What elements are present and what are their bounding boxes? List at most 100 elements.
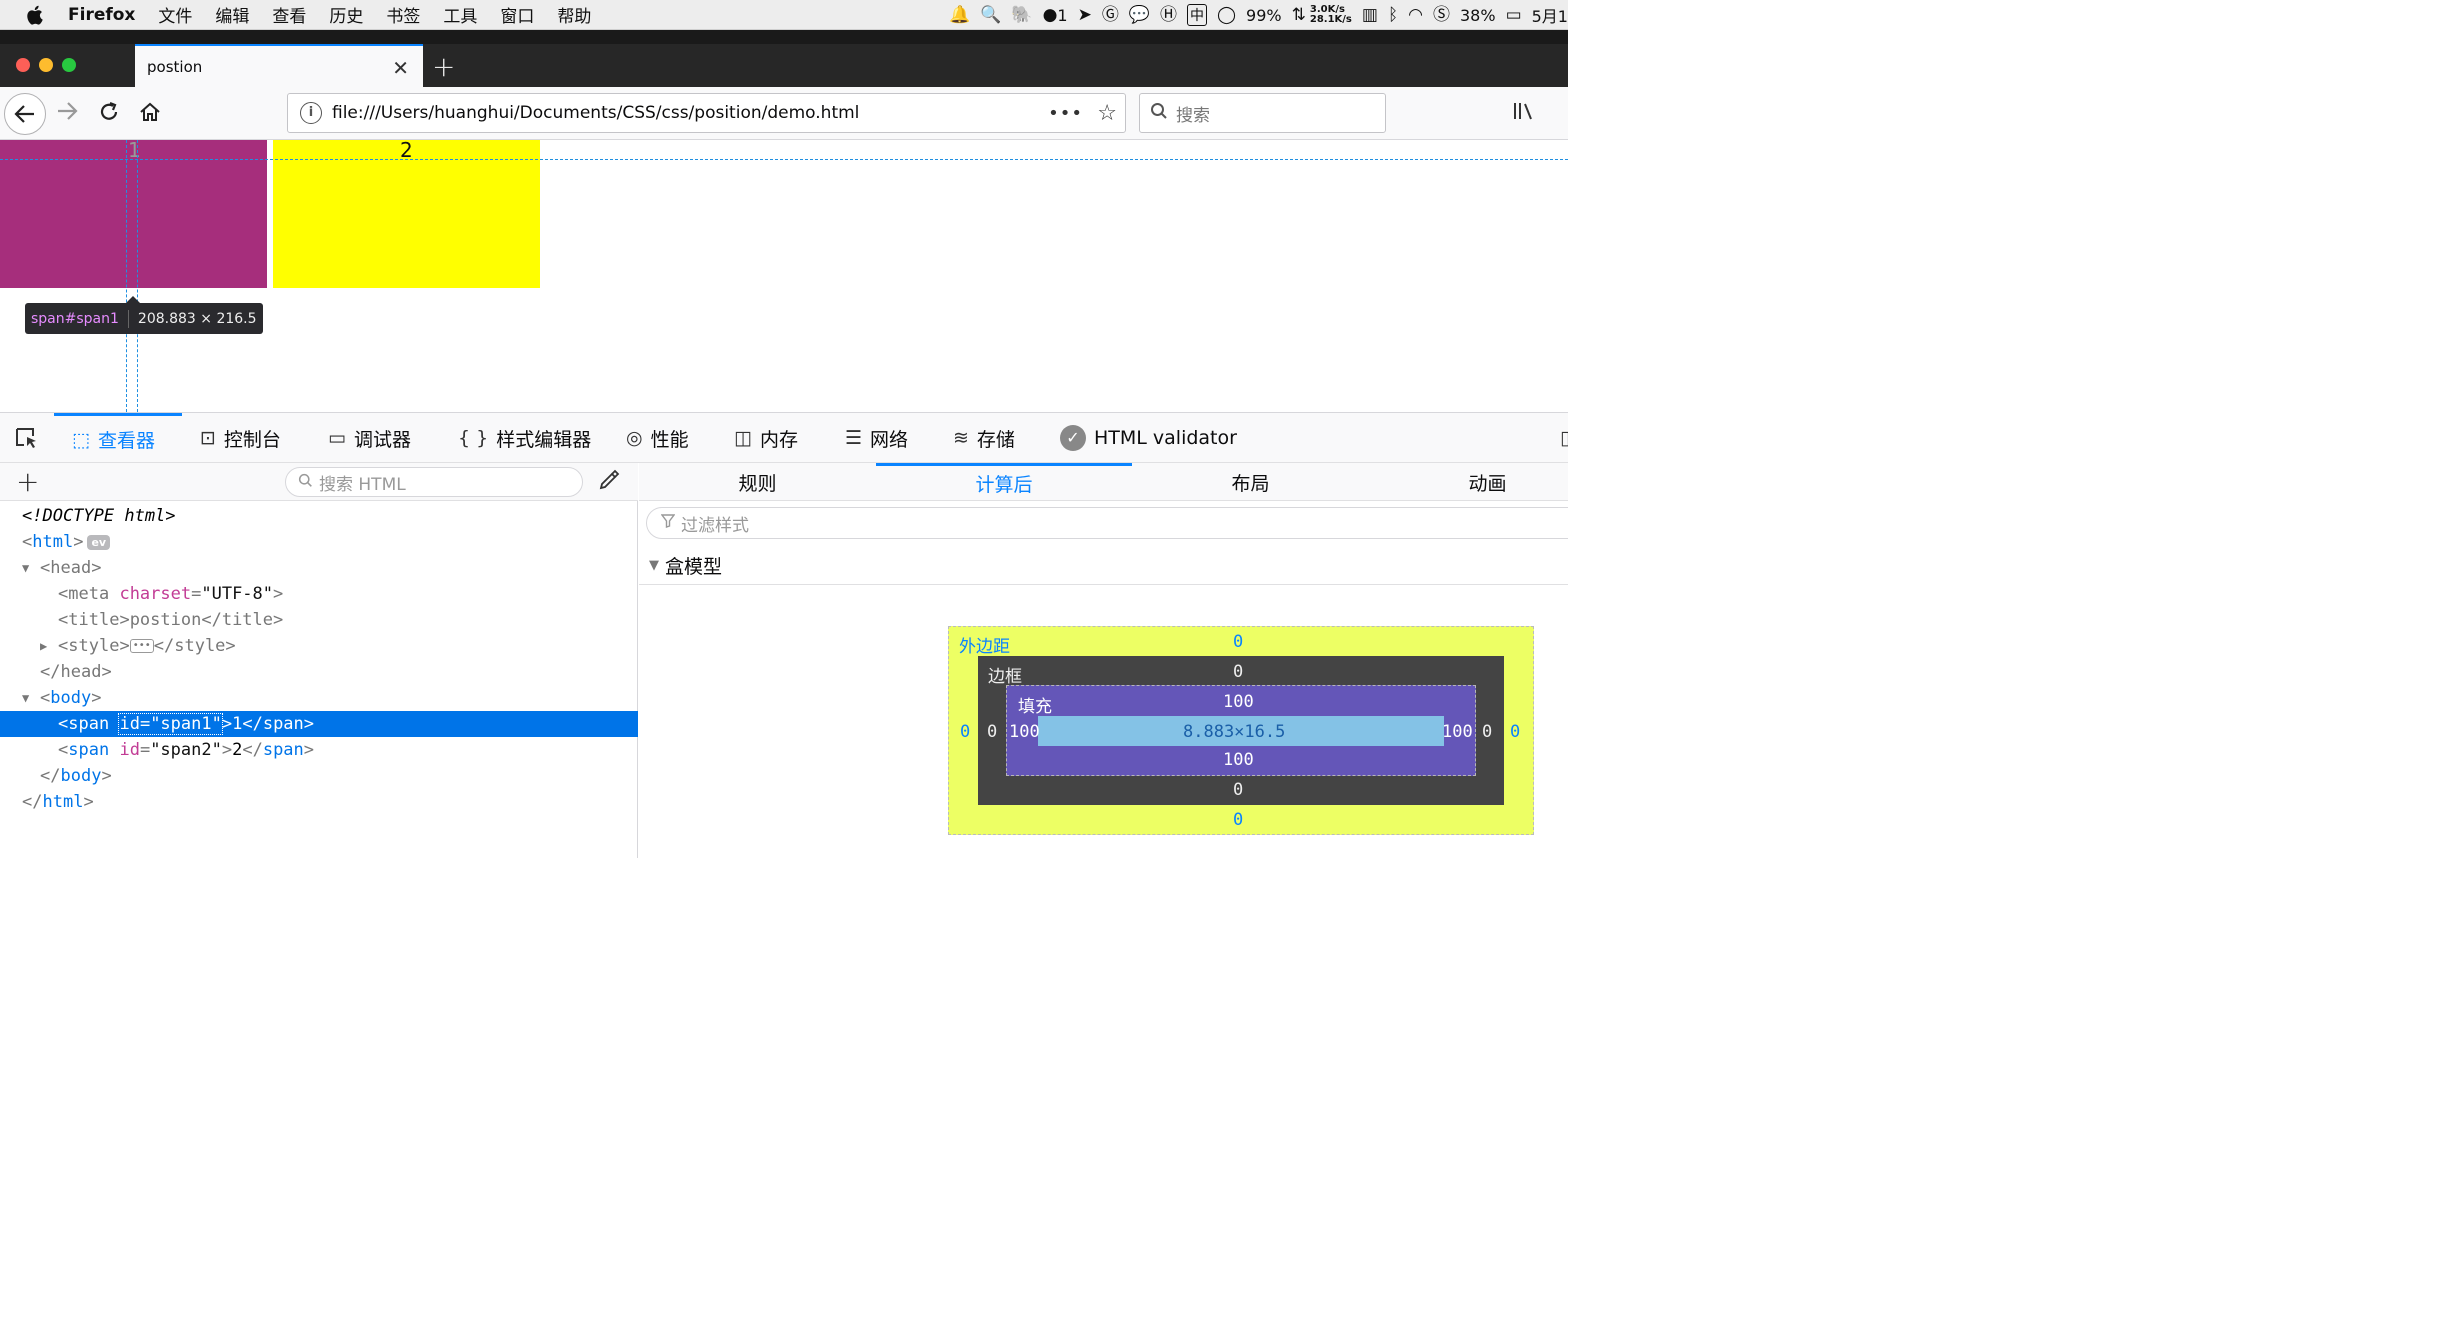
new-tab-button[interactable]: + (432, 50, 455, 83)
ime-icon[interactable]: 中 (1187, 4, 1208, 26)
boxmodel-section-header[interactable]: ▼ 盒模型 (639, 547, 1568, 585)
memory-icon: ◫ (734, 427, 752, 449)
bell-icon[interactable]: 🔔 (949, 6, 970, 24)
padding-top-value[interactable]: 100 (1223, 692, 1254, 712)
menu-view[interactable]: 查看 (272, 2, 306, 27)
browser-tab[interactable]: postion ✕ (135, 44, 423, 87)
margin-right-value[interactable]: 0 (1510, 722, 1520, 742)
tree-node-head[interactable]: ▼ <head> (0, 555, 638, 581)
back-button[interactable] (4, 93, 46, 135)
menu-app-name[interactable]: Firefox (68, 5, 135, 25)
tab-console[interactable]: ⊡ 控制台 (200, 413, 281, 463)
search-html-input[interactable]: 搜索 HTML (285, 467, 583, 497)
tab-layout[interactable]: 布局 (1132, 463, 1369, 501)
expand-body-icon[interactable]: ▼ (22, 685, 29, 711)
zoom-window-button[interactable] (62, 58, 76, 72)
filter-styles-input[interactable]: 过滤样式 (646, 507, 1568, 539)
padding-bottom-value[interactable]: 100 (1223, 750, 1254, 770)
menu-help[interactable]: 帮助 (557, 2, 591, 27)
border-top-value[interactable]: 0 (1233, 662, 1243, 682)
library-icon[interactable] (1512, 101, 1534, 126)
reload-button[interactable] (98, 101, 120, 128)
window-controls (16, 58, 76, 72)
home-button[interactable] (139, 101, 161, 128)
battery-icon[interactable]: ▭ (1506, 6, 1522, 24)
tree-node-html[interactable]: <html> ev (0, 529, 638, 555)
tab-computed[interactable]: 计算后 (876, 463, 1132, 501)
padding-right-value[interactable]: 100 (1442, 722, 1473, 742)
tree-node-body[interactable]: ▼ <body> (0, 685, 638, 711)
collapsed-content-icon[interactable]: ••• (129, 639, 154, 653)
url-text[interactable]: file:///Users/huanghui/Documents/CSS/css… (332, 103, 859, 123)
weibo-icon[interactable]: ● 1 (1043, 6, 1068, 25)
tab-network[interactable]: ☰ 网络 (845, 413, 908, 463)
expand-head-icon[interactable]: ▼ (22, 555, 29, 581)
h-icon[interactable]: Ⓗ (1160, 6, 1177, 24)
tree-node-head-close[interactable]: </head> (0, 659, 638, 685)
wifi-icon[interactable]: ◠ (1408, 6, 1423, 24)
tab-rules[interactable]: 规则 (639, 463, 876, 501)
menu-history[interactable]: 历史 (329, 2, 363, 27)
location-icon[interactable]: ➤ (1078, 6, 1092, 24)
bookmark-star-icon[interactable]: ☆ (1097, 101, 1117, 126)
circle-icon[interactable]: ◯ (1217, 6, 1236, 24)
tree-node-doctype[interactable]: <!DOCTYPE html> (0, 503, 638, 529)
search-bar[interactable]: 搜索 (1139, 93, 1386, 133)
sync-icon[interactable]: Ⓖ (1102, 6, 1119, 24)
forward-button[interactable] (56, 101, 78, 126)
border-right-value[interactable]: 0 (1482, 722, 1492, 742)
url-bar[interactable]: i file:///Users/huanghui/Documents/CSS/c… (287, 93, 1126, 133)
span2-box[interactable]: 2 (273, 140, 540, 288)
memory-status-icon[interactable]: ▥ (1362, 6, 1378, 24)
minimize-window-button[interactable] (39, 58, 53, 72)
eyedropper-icon[interactable] (598, 469, 620, 496)
collapse-triangle-icon[interactable]: ▼ (649, 558, 659, 573)
bluetooth-icon[interactable]: ᛒ (1388, 6, 1398, 24)
menu-bookmarks[interactable]: 书签 (386, 2, 420, 27)
menu-window[interactable]: 窗口 (500, 2, 534, 27)
margin-bottom-value[interactable]: 0 (1233, 810, 1243, 830)
tree-node-span2[interactable]: <span id="span2">2</span> (0, 737, 638, 763)
tab-performance[interactable]: ◎ 性能 (626, 413, 689, 463)
s-icon[interactable]: Ⓢ (1433, 6, 1450, 24)
span1-box[interactable]: 1 (0, 140, 267, 288)
tree-node-meta[interactable]: <meta charset="UTF-8"> (0, 581, 638, 607)
tree-node-span1-selected[interactable]: <span id="span1">1</span> (0, 711, 638, 737)
tree-node-body-close[interactable]: </body> (0, 763, 638, 789)
tab-memory[interactable]: ◫ 内存 (734, 413, 798, 463)
tree-node-html-close[interactable]: </html> (0, 789, 638, 815)
margin-left-value[interactable]: 0 (960, 722, 970, 742)
page-actions-icon[interactable]: ••• (1048, 103, 1083, 124)
content-size-value[interactable]: 8.883×16.5 (1183, 722, 1285, 742)
validator-icon: ✓ (1060, 425, 1086, 451)
evernote-icon[interactable]: 🐘 (1011, 6, 1032, 24)
apple-icon[interactable] (26, 5, 48, 25)
clock[interactable]: 5月1 (1532, 3, 1568, 27)
border-bottom-value[interactable]: 0 (1233, 780, 1243, 800)
background-window-strip (0, 30, 1568, 44)
search-status-icon[interactable]: 🔍 (980, 6, 1001, 24)
add-node-button[interactable]: + (16, 465, 39, 498)
dock-options-icon[interactable]: ▯ (1560, 413, 1568, 463)
tab-html-validator[interactable]: ✓ HTML validator (1060, 413, 1237, 463)
element-picker-button[interactable] (14, 413, 40, 463)
menu-file[interactable]: 文件 (158, 2, 192, 27)
event-badge[interactable]: ev (87, 534, 111, 550)
menu-tools[interactable]: 工具 (443, 2, 477, 27)
margin-top-value[interactable]: 0 (1233, 632, 1243, 652)
tab-style-editor[interactable]: { } 样式编辑器 (458, 413, 591, 463)
menu-edit[interactable]: 编辑 (215, 2, 249, 27)
tab-storage[interactable]: ≋ 存储 (953, 413, 1015, 463)
padding-left-value[interactable]: 100 (1009, 722, 1040, 742)
border-left-value[interactable]: 0 (987, 722, 997, 742)
close-window-button[interactable] (16, 58, 30, 72)
tree-node-style[interactable]: ▶ <style> ••• </style> (0, 633, 638, 659)
tab-debugger[interactable]: ▭ 调试器 (328, 413, 411, 463)
close-tab-icon[interactable]: ✕ (392, 56, 409, 80)
tab-animations[interactable]: 动画 (1369, 463, 1568, 501)
tree-node-title[interactable]: <title>postion</title> (0, 607, 638, 633)
site-info-icon[interactable]: i (300, 102, 322, 124)
expand-style-icon[interactable]: ▶ (40, 633, 47, 659)
tab-inspector[interactable]: ⬚ 查看器 (54, 413, 182, 463)
wechat-icon[interactable]: 💬 (1129, 6, 1150, 24)
